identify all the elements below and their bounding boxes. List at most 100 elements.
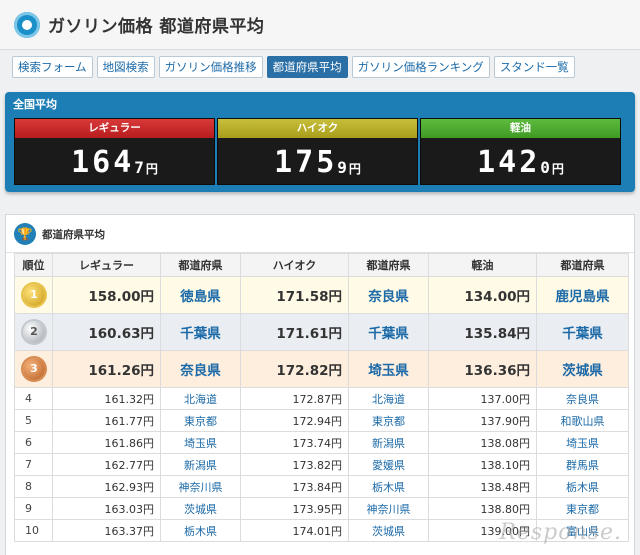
rank-cell: 3 — [14, 350, 53, 388]
regular-price: 163.03円 — [52, 497, 161, 520]
tab-search-form[interactable]: 検索フォーム — [12, 56, 93, 78]
regular-price: 162.77円 — [52, 453, 161, 476]
gauge-diesel-value: 142 0 円 — [421, 138, 620, 186]
diesel-price: 135.84円 — [428, 313, 537, 351]
gauge-regular-value: 164 7 円 — [15, 138, 214, 186]
regular-pref-link[interactable]: 東京都 — [160, 409, 241, 432]
diesel-pref-link[interactable]: 千葉県 — [536, 313, 629, 351]
regular-pref-link[interactable]: 徳島県 — [160, 276, 241, 314]
high-octane-pref-link[interactable]: 愛媛県 — [348, 453, 429, 476]
diesel-price: 138.80円 — [428, 497, 537, 520]
regular-pref-link[interactable]: 新潟県 — [160, 453, 241, 476]
table-row: 6 161.86円 埼玉県 173.74円 新潟県 138.08円 埼玉県 — [14, 431, 629, 454]
site-logo-icon — [14, 12, 40, 38]
table-row: 5 161.77円 東京都 172.94円 東京都 137.90円 和歌山県 — [14, 409, 629, 432]
regular-pref-link[interactable]: 千葉県 — [160, 313, 241, 351]
diesel-pref-link[interactable]: 栃木県 — [536, 475, 629, 498]
prefecture-ranking-panel: 🏆 都道府県平均 順位 レギュラー 都道府県 ハイオク 都道府県 軽油 都道府県… — [5, 214, 635, 555]
high-octane-price: 171.61円 — [240, 313, 349, 351]
regular-price: 161.86円 — [52, 431, 161, 454]
high-octane-pref-link[interactable]: 埼玉県 — [348, 350, 429, 388]
regular-price: 161.26円 — [52, 350, 161, 388]
national-average-panel: 全国平均 レギュラー 164 7 円 ハイオク 175 9 円 軽油 142 0 円 — [5, 92, 635, 192]
national-average-label: 全国平均 — [13, 98, 57, 111]
high-octane-pref-link[interactable]: 栃木県 — [348, 475, 429, 498]
tab-station-list[interactable]: スタンド一覧 — [493, 56, 575, 78]
regular-pref-link[interactable]: 茨城県 — [160, 497, 241, 520]
watermark-logo: Response. — [499, 520, 622, 545]
high-octane-pref-link[interactable]: 東京都 — [348, 409, 429, 432]
regular-pref-link[interactable]: 奈良県 — [160, 350, 241, 388]
table-row: 8 162.93円 神奈川県 173.84円 栃木県 138.48円 栃木県 — [14, 475, 629, 498]
high-octane-price: 173.82円 — [240, 453, 349, 476]
diesel-pref-link[interactable]: 群馬県 — [536, 453, 629, 476]
regular-price: 161.77円 — [52, 409, 161, 432]
regular-pref-link[interactable]: 北海道 — [160, 387, 241, 410]
table-row: 2 160.63円 千葉県 171.61円 千葉県 135.84円 千葉県 — [14, 313, 629, 351]
diesel-price: 136.36円 — [428, 350, 537, 388]
gauge-high-octane-dec: 9 — [337, 157, 347, 177]
ranking-title: 都道府県平均 — [42, 229, 105, 241]
diesel-pref-link[interactable]: 埼玉県 — [536, 431, 629, 454]
high-octane-price: 173.84円 — [240, 475, 349, 498]
regular-pref-link[interactable]: 神奈川県 — [160, 475, 241, 498]
silver-medal-icon: 2 — [23, 321, 45, 343]
gauge-regular-dec: 7 — [134, 157, 144, 177]
gold-medal-icon: 1 — [23, 284, 45, 306]
table-row: 4 161.32円 北海道 172.87円 北海道 137.00円 奈良県 — [14, 387, 629, 410]
col-rank: 順位 — [14, 253, 53, 277]
high-octane-price: 172.87円 — [240, 387, 349, 410]
table-row: 1 158.00円 徳島県 171.58円 奈良県 134.00円 鹿児島県 — [14, 276, 629, 314]
gauge-regular-int: 164 — [71, 144, 135, 180]
regular-pref-link[interactable]: 埼玉県 — [160, 431, 241, 454]
diesel-price: 138.10円 — [428, 453, 537, 476]
gauge-high-octane-label: ハイオク — [218, 119, 417, 138]
tab-map-search[interactable]: 地図検索 — [96, 56, 155, 78]
high-octane-pref-link[interactable]: 茨城県 — [348, 519, 429, 542]
regular-price: 160.63円 — [52, 313, 161, 351]
ranking-table: 順位 レギュラー 都道府県 ハイオク 都道府県 軽油 都道府県 1 158.00… — [14, 253, 629, 542]
gauge-regular-label: レギュラー — [15, 119, 214, 138]
table-row: 3 161.26円 奈良県 172.82円 埼玉県 136.36円 茨城県 — [14, 350, 629, 388]
gauge-high-octane: ハイオク 175 9 円 — [217, 118, 418, 185]
diesel-pref-link[interactable]: 鹿児島県 — [536, 276, 629, 314]
tab-prefecture-average[interactable]: 都道府県平均 — [266, 56, 348, 78]
title-bar: ガソリン価格 都道府県平均 — [0, 0, 640, 50]
diesel-pref-link[interactable]: 茨城県 — [536, 350, 629, 388]
bronze-medal-icon: 3 — [23, 358, 45, 380]
ranking-header: 🏆 都道府県平均 — [6, 215, 634, 253]
gauge-high-octane-unit: 円 — [348, 161, 361, 176]
col-high-octane: ハイオク — [240, 253, 349, 277]
regular-price: 161.32円 — [52, 387, 161, 410]
diesel-pref-link[interactable]: 奈良県 — [536, 387, 629, 410]
gauge-diesel: 軽油 142 0 円 — [420, 118, 621, 185]
diesel-pref-link[interactable]: 和歌山県 — [536, 409, 629, 432]
gauge-diesel-label: 軽油 — [421, 119, 620, 138]
diesel-price: 138.48円 — [428, 475, 537, 498]
high-octane-price: 172.82円 — [240, 350, 349, 388]
tab-price-trend[interactable]: ガソリン価格推移 — [158, 56, 263, 78]
gauge-diesel-dec: 0 — [540, 157, 550, 177]
gauge-diesel-unit: 円 — [551, 161, 564, 176]
high-octane-pref-link[interactable]: 北海道 — [348, 387, 429, 410]
col-diesel: 軽油 — [428, 253, 537, 277]
high-octane-pref-link[interactable]: 神奈川県 — [348, 497, 429, 520]
rank-cell: 5 — [14, 409, 53, 432]
regular-pref-link[interactable]: 栃木県 — [160, 519, 241, 542]
high-octane-pref-link[interactable]: 奈良県 — [348, 276, 429, 314]
gauge-high-octane-value: 175 9 円 — [218, 138, 417, 186]
table-row: 7 162.77円 新潟県 173.82円 愛媛県 138.10円 群馬県 — [14, 453, 629, 476]
diesel-price: 138.08円 — [428, 431, 537, 454]
gauge-regular: レギュラー 164 7 円 — [14, 118, 215, 185]
diesel-pref-link[interactable]: 東京都 — [536, 497, 629, 520]
rank-cell: 10 — [14, 519, 53, 542]
high-octane-pref-link[interactable]: 新潟県 — [348, 431, 429, 454]
regular-price: 162.93円 — [52, 475, 161, 498]
gauge-high-octane-int: 175 — [274, 144, 338, 180]
page-title: ガソリン価格 都道府県平均 — [48, 17, 265, 37]
high-octane-pref-link[interactable]: 千葉県 — [348, 313, 429, 351]
diesel-price: 134.00円 — [428, 276, 537, 314]
tab-price-ranking[interactable]: ガソリン価格ランキング — [351, 56, 490, 78]
high-octane-price: 171.58円 — [240, 276, 349, 314]
rank-cell: 1 — [14, 276, 53, 314]
